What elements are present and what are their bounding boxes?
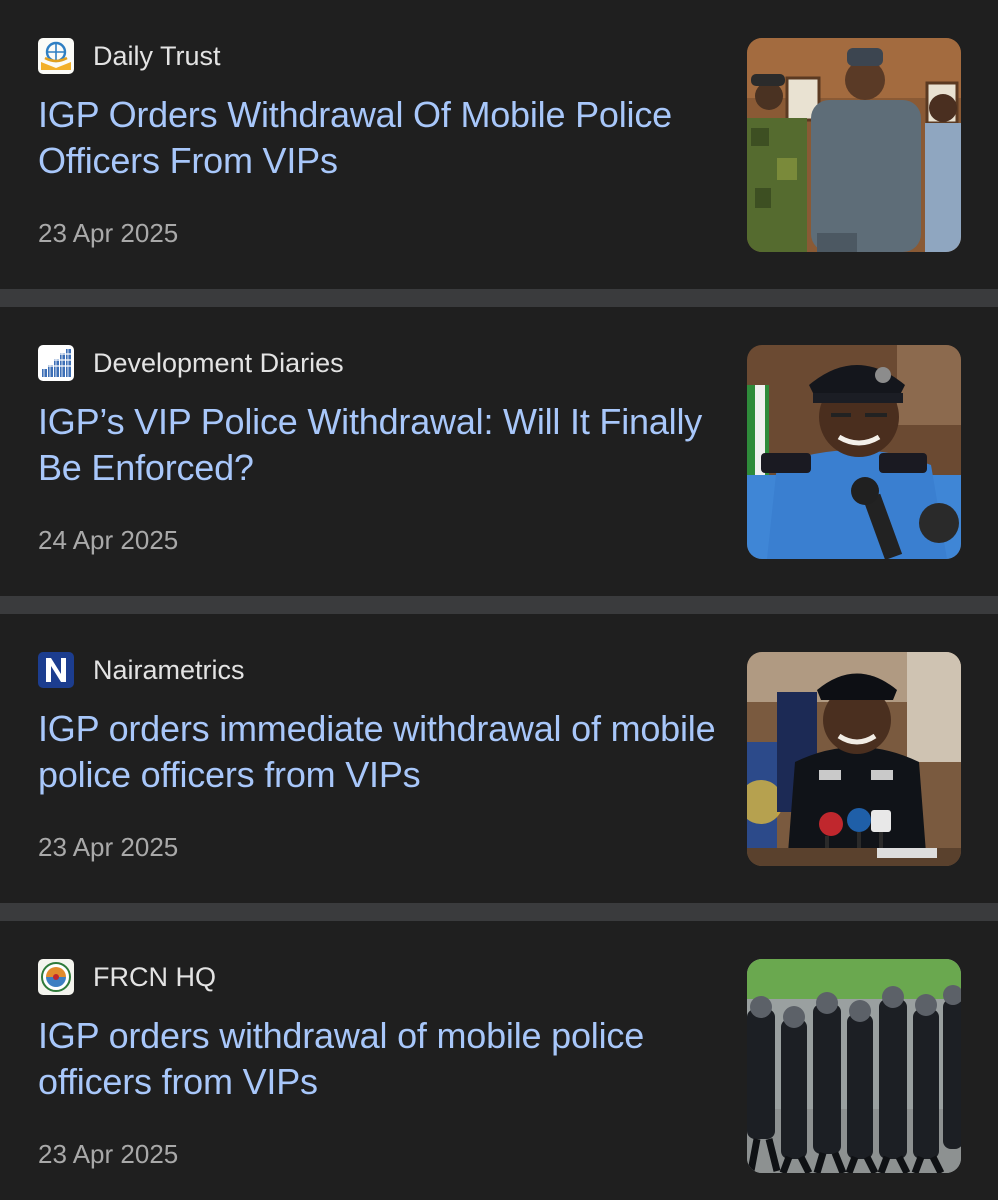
source-name: Nairametrics — [93, 655, 245, 685]
article-thumbnail[interactable] — [747, 38, 961, 252]
article-headline-link[interactable]: IGP’s VIP Police Withdrawal: Will It Fin… — [38, 399, 718, 491]
mobile-police-parade-image — [747, 959, 961, 1173]
officials-group-photo-image — [747, 38, 961, 252]
news-card[interactable]: Nairametrics IGP orders immediate withdr… — [0, 614, 998, 903]
frcn-logo-icon — [38, 959, 74, 995]
source-row: FRCN HQ — [38, 959, 216, 995]
article-date: 23 Apr 2025 — [38, 832, 179, 862]
article-thumbnail[interactable] — [747, 652, 961, 866]
nairametrics-logo-icon — [38, 652, 74, 688]
source-name: Daily Trust — [93, 41, 221, 71]
news-feed: Daily Trust IGP Orders Withdrawal Of Mob… — [0, 0, 998, 1200]
police-chief-speaking-image — [747, 345, 961, 559]
article-date: 23 Apr 2025 — [38, 218, 179, 248]
source-name: FRCN HQ — [93, 962, 216, 992]
police-chief-press-briefing-image — [747, 652, 961, 866]
news-card[interactable]: FRCN HQ IGP orders withdrawal of mobile … — [0, 921, 998, 1200]
article-thumbnail[interactable] — [747, 959, 961, 1173]
source-name: Development Diaries — [93, 348, 344, 378]
article-date: 24 Apr 2025 — [38, 525, 179, 555]
news-card[interactable]: Daily Trust IGP Orders Withdrawal Of Mob… — [0, 0, 998, 289]
article-thumbnail[interactable] — [747, 345, 961, 559]
daily-trust-logo-icon — [38, 38, 74, 74]
article-headline-link[interactable]: IGP Orders Withdrawal Of Mobile Police O… — [38, 92, 718, 184]
article-date: 23 Apr 2025 — [38, 1139, 179, 1169]
source-row: Development Diaries — [38, 345, 344, 381]
article-headline-link[interactable]: IGP orders withdrawal of mobile police o… — [38, 1013, 718, 1105]
article-headline-link[interactable]: IGP orders immediate withdrawal of mobil… — [38, 706, 718, 798]
news-card[interactable]: Development Diaries IGP’s VIP Police Wit… — [0, 307, 998, 596]
source-row: Nairametrics — [38, 652, 245, 688]
source-row: Daily Trust — [38, 38, 221, 74]
development-diaries-logo-icon — [38, 345, 74, 381]
